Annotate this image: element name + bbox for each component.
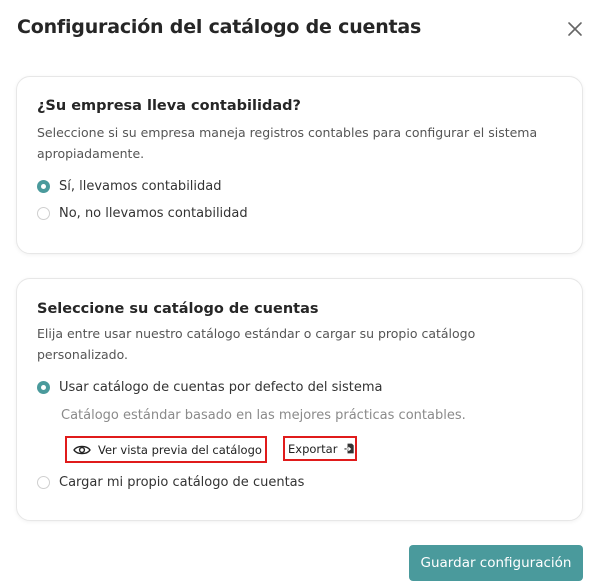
dialog-title: Configuración del catálogo de cuentas: [17, 16, 422, 38]
radio-option-default-catalog[interactable]: Usar catálogo de cuentas por defecto del…: [37, 380, 383, 395]
radio-option-yes[interactable]: Sí, llevamos contabilidad: [37, 179, 222, 194]
accounting-description: Seleccione si su empresa maneja registro…: [37, 125, 538, 161]
default-catalog-description: Catálogo estándar basado en las mejores …: [61, 408, 466, 423]
eye-icon: [73, 445, 91, 454]
export-file-icon: [344, 443, 355, 454]
close-icon[interactable]: [566, 20, 584, 38]
export-button[interactable]: Exportar: [283, 436, 357, 461]
accounting-card: ¿Su empresa lleva contabilidad? Seleccio…: [16, 76, 583, 254]
accounting-title: ¿Su empresa lleva contabilidad?: [37, 98, 301, 114]
preview-button-label: Ver vista previa del catálogo: [98, 442, 262, 457]
radio-label: Usar catálogo de cuentas por defecto del…: [59, 380, 383, 395]
radio-label: No, no llevamos contabilidad: [59, 206, 248, 221]
radio-button[interactable]: [37, 381, 50, 394]
radio-label: Sí, llevamos contabilidad: [59, 179, 222, 194]
save-button[interactable]: Guardar configuración: [409, 545, 583, 581]
export-button-label: Exportar: [288, 441, 338, 456]
radio-option-no[interactable]: No, no llevamos contabilidad: [37, 206, 248, 221]
preview-catalog-button[interactable]: Ver vista previa del catálogo: [65, 436, 267, 463]
catalog-title: Seleccione su catálogo de cuentas: [37, 301, 319, 317]
catalog-description: Elija entre usar nuestro catálogo estánd…: [37, 326, 476, 362]
radio-option-upload-catalog[interactable]: Cargar mi propio catálogo de cuentas: [37, 475, 304, 490]
radio-button[interactable]: [37, 207, 50, 220]
radio-label: Cargar mi propio catálogo de cuentas: [59, 475, 305, 490]
radio-button[interactable]: [37, 180, 50, 193]
radio-button[interactable]: [37, 476, 50, 489]
catalog-card: Seleccione su catálogo de cuentas Elija …: [16, 278, 583, 521]
